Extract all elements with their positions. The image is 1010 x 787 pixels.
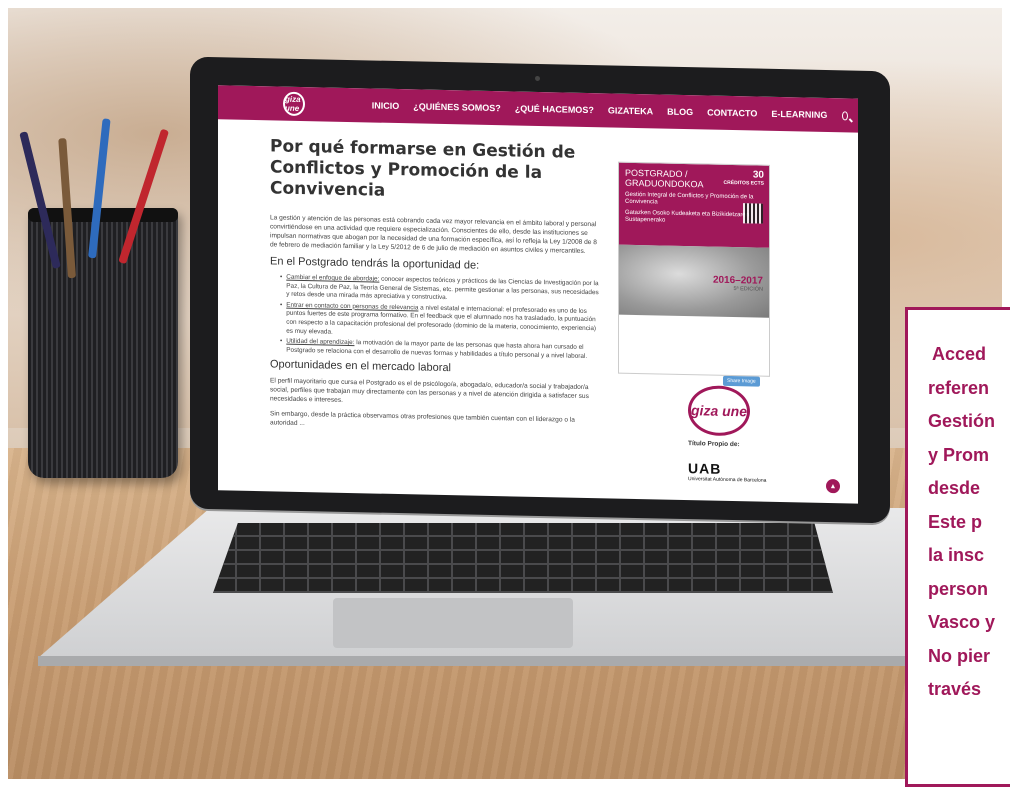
section-heading: En el Postgrado tendrás la oportunidad d… xyxy=(270,255,480,272)
titulo-propio-label: Título Propio de: xyxy=(688,440,740,449)
overlay-line: Vasco y xyxy=(928,612,996,632)
poster-header: POSTGRADO / GRADUONDOKOA Gestión Integra… xyxy=(619,162,769,248)
paragraph: Sin embargo, desde la práctica observamo… xyxy=(270,410,575,428)
site-navbar: giza une INICIO ¿QUIÉNES SOMOS? ¿QUÉ HAC… xyxy=(218,85,858,133)
share-image-button[interactable]: Share Image xyxy=(723,375,760,387)
nav-que-hacemos[interactable]: ¿QUÉ HACEMOS? xyxy=(515,103,594,115)
site-logo[interactable]: giza une xyxy=(283,91,305,117)
overlay-line: la insc xyxy=(928,545,985,565)
qr-code-icon xyxy=(743,203,763,224)
overlay-line: través xyxy=(928,679,982,699)
list-item-lead[interactable]: Cambiar el enfoque de abordaje: xyxy=(286,274,379,283)
scroll-to-top-button[interactable]: ▲ xyxy=(826,478,840,494)
article-content: Por qué formarse en Gestión de Conflicto… xyxy=(270,136,600,440)
nav-inicio[interactable]: INICIO xyxy=(372,100,400,111)
laptop-lid: giza une INICIO ¿QUIÉNES SOMOS? ¿QUÉ HAC… xyxy=(190,56,890,524)
list-item-lead[interactable]: Utilidad del aprendizaje: xyxy=(286,338,354,346)
laptop-screen: giza une INICIO ¿QUIÉNES SOMOS? ¿QUÉ HAC… xyxy=(218,85,858,504)
gizagune-logo: giza une xyxy=(688,385,750,437)
keyboard-rows xyxy=(213,523,833,593)
uab-logo: UAB Universitat Autònoma de Barcelona xyxy=(688,460,767,484)
overlay-line: person xyxy=(928,578,989,599)
overlay-line: desde xyxy=(928,478,981,498)
overlay-line: Gestión xyxy=(928,411,996,431)
overlay-text-box: Acced referen Gestión y Prom desde Este … xyxy=(905,307,1010,787)
overlay-line: Acced xyxy=(932,344,987,364)
overlay-line: y Prom xyxy=(928,444,990,465)
overlay-line: No pier xyxy=(928,645,991,666)
poster-credits: 30 CRÉDITOS ECTS xyxy=(723,169,764,187)
overlay-line: referen xyxy=(928,377,990,398)
laptop-front-edge xyxy=(38,656,993,666)
trackpad xyxy=(333,598,573,648)
nav-gizateka[interactable]: GIZATEKA xyxy=(608,105,653,116)
list-item: • Cambiar el enfoque de abordaje: conoce… xyxy=(280,273,599,302)
page-title: Por qué formarse en Gestión de Conflicto… xyxy=(270,136,576,201)
poster-years: 2016–2017 5ª EDICIÓN xyxy=(712,274,763,293)
nav-blog[interactable]: BLOG xyxy=(667,107,693,118)
section-heading: Oportunidades en el mercado laboral xyxy=(270,358,452,375)
postgrado-poster[interactable]: POSTGRADO / GRADUONDOKOA Gestión Integra… xyxy=(618,161,770,377)
search-icon[interactable] xyxy=(842,110,848,120)
list-item: • Entrar en contacto con personas de rel… xyxy=(280,301,597,336)
nav-e-learning[interactable]: E-LEARNING xyxy=(771,109,827,120)
paragraph: El perfil mayoritario que cursa el Postg… xyxy=(270,377,589,405)
photo-background: giza une INICIO ¿QUIÉNES SOMOS? ¿QUÉ HAC… xyxy=(8,8,1002,779)
overlay-line: Este p xyxy=(928,511,983,532)
nav-contacto[interactable]: CONTACTO xyxy=(707,108,757,119)
webcam xyxy=(535,75,540,81)
nav-quienes-somos[interactable]: ¿QUIÉNES SOMOS? xyxy=(413,101,501,113)
intro-paragraph: La gestión y atención de las personas es… xyxy=(270,214,597,255)
